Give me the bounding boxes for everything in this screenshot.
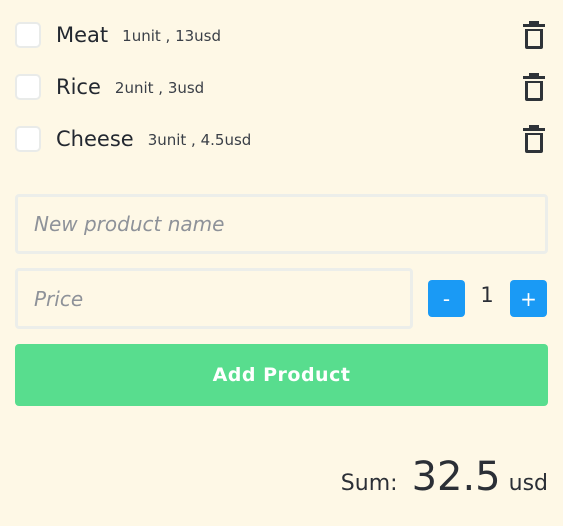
product-list: Meat 1unit , 13usd Rice 2unit , 3usd Che…: [15, 9, 549, 165]
quantity-value: 1: [480, 283, 494, 307]
product-name: Rice: [56, 75, 101, 99]
sum-label: Sum:: [340, 471, 398, 496]
increment-button[interactable]: +: [510, 280, 547, 317]
product-name-placeholder: New product name: [34, 212, 225, 236]
product-meta: 3unit , 4.5usd: [147, 131, 252, 149]
sum-unit: usd: [508, 471, 548, 496]
product-meta: 2unit , 3usd: [114, 79, 205, 97]
product-checkbox[interactable]: [15, 126, 41, 152]
trash-icon[interactable]: [522, 73, 546, 101]
add-product-button[interactable]: Add Product: [15, 344, 548, 406]
price-placeholder: Price: [34, 286, 84, 311]
list-item: Cheese 3unit , 4.5usd: [15, 113, 549, 165]
trash-icon[interactable]: [522, 125, 546, 153]
decrement-button[interactable]: -: [428, 280, 465, 317]
product-meta: 1unit , 13usd: [122, 27, 221, 45]
price-input[interactable]: Price: [15, 268, 413, 329]
sum-summary: Sum: 32.5 usd: [341, 454, 548, 500]
list-item: Rice 2unit , 3usd: [15, 61, 549, 113]
product-checkbox[interactable]: [15, 74, 41, 100]
product-name: Meat: [56, 23, 109, 47]
product-name: Cheese: [56, 127, 134, 151]
trash-icon[interactable]: [522, 21, 546, 49]
list-item: Meat 1unit , 13usd: [15, 9, 549, 61]
product-name-input[interactable]: New product name: [15, 194, 548, 254]
sum-value: 32.5: [411, 454, 501, 500]
product-checkbox[interactable]: [15, 22, 41, 48]
